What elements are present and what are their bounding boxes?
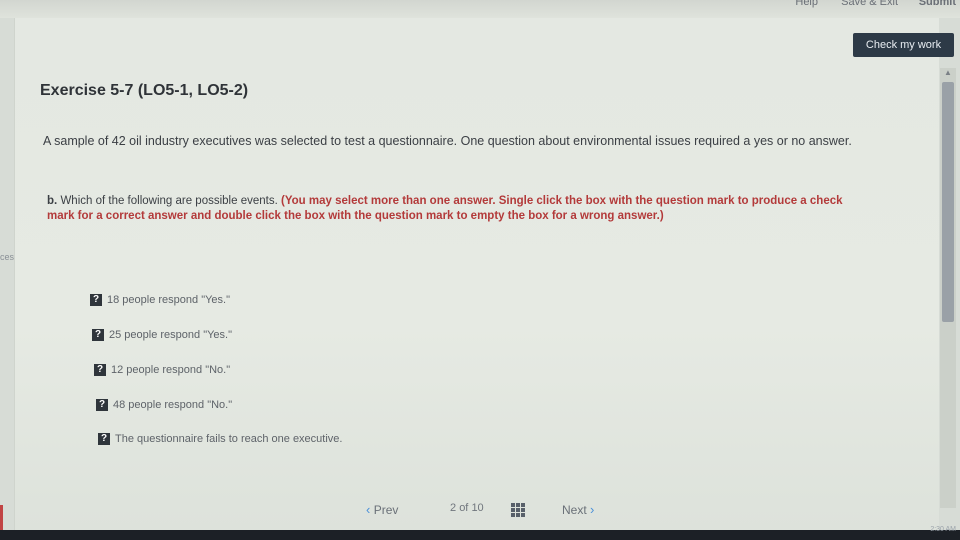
- option-4[interactable]: ? 48 people respond "No.": [96, 397, 232, 413]
- question-box-icon[interactable]: ?: [98, 433, 110, 445]
- clock: 2:30 AM: [930, 526, 956, 533]
- question-prompt: b. Which of the following are possible e…: [47, 194, 867, 224]
- option-1[interactable]: ? 18 people respond "Yes.": [90, 292, 230, 308]
- question-box-icon[interactable]: ?: [94, 364, 106, 376]
- option-label: 48 people respond "No.": [113, 399, 233, 411]
- page-indicator[interactable]: 2 of 10: [450, 502, 484, 520]
- page-of: of: [459, 502, 469, 514]
- option-label: 25 people respond "Yes.": [109, 329, 232, 341]
- taskbar: [0, 530, 960, 540]
- exercise-intro: A sample of 42 oil industry executives w…: [43, 134, 852, 148]
- top-bar: Help Save & Exit Submit: [0, 0, 960, 18]
- option-2[interactable]: ? 25 people respond "Yes.": [92, 327, 232, 343]
- option-5[interactable]: ? The questionnaire fails to reach one e…: [98, 431, 342, 447]
- question-text: Which of the following are possible even…: [60, 195, 278, 207]
- current-page: 2: [450, 502, 457, 514]
- exercise-title: Exercise 5-7 (LO5-1, LO5-2): [40, 82, 249, 99]
- option-label: 18 people respond "Yes.": [107, 294, 230, 306]
- scroll-thumb[interactable]: [942, 82, 954, 322]
- next-label: Next: [562, 503, 587, 517]
- prev-button[interactable]: ‹ Prev: [366, 502, 398, 520]
- help-link[interactable]: Help: [795, 0, 818, 8]
- question-box-icon[interactable]: ?: [90, 294, 102, 306]
- scrollbar[interactable]: ▲: [940, 68, 956, 508]
- option-label: 12 people respond "No.": [111, 364, 231, 376]
- submit-link[interactable]: Submit: [919, 0, 956, 8]
- side-tab-label: ces: [0, 252, 15, 262]
- option-3[interactable]: ? 12 people respond "No.": [94, 362, 230, 378]
- question-box-icon[interactable]: ?: [96, 399, 108, 411]
- total-pages: 10: [471, 502, 484, 514]
- question-letter: b.: [47, 195, 58, 207]
- next-button[interactable]: Next ›: [562, 502, 594, 520]
- chevron-right-icon: ›: [590, 502, 595, 517]
- grid-icon[interactable]: [511, 503, 525, 517]
- check-my-work-button[interactable]: Check my work: [853, 33, 954, 57]
- chevron-left-icon: ‹: [366, 502, 371, 517]
- save-exit-link[interactable]: Save & Exit: [841, 0, 898, 8]
- prev-label: Prev: [373, 503, 399, 517]
- option-label: The questionnaire fails to reach one exe…: [115, 433, 343, 445]
- scroll-up-icon[interactable]: ▲: [942, 68, 954, 78]
- question-box-icon[interactable]: ?: [92, 329, 104, 341]
